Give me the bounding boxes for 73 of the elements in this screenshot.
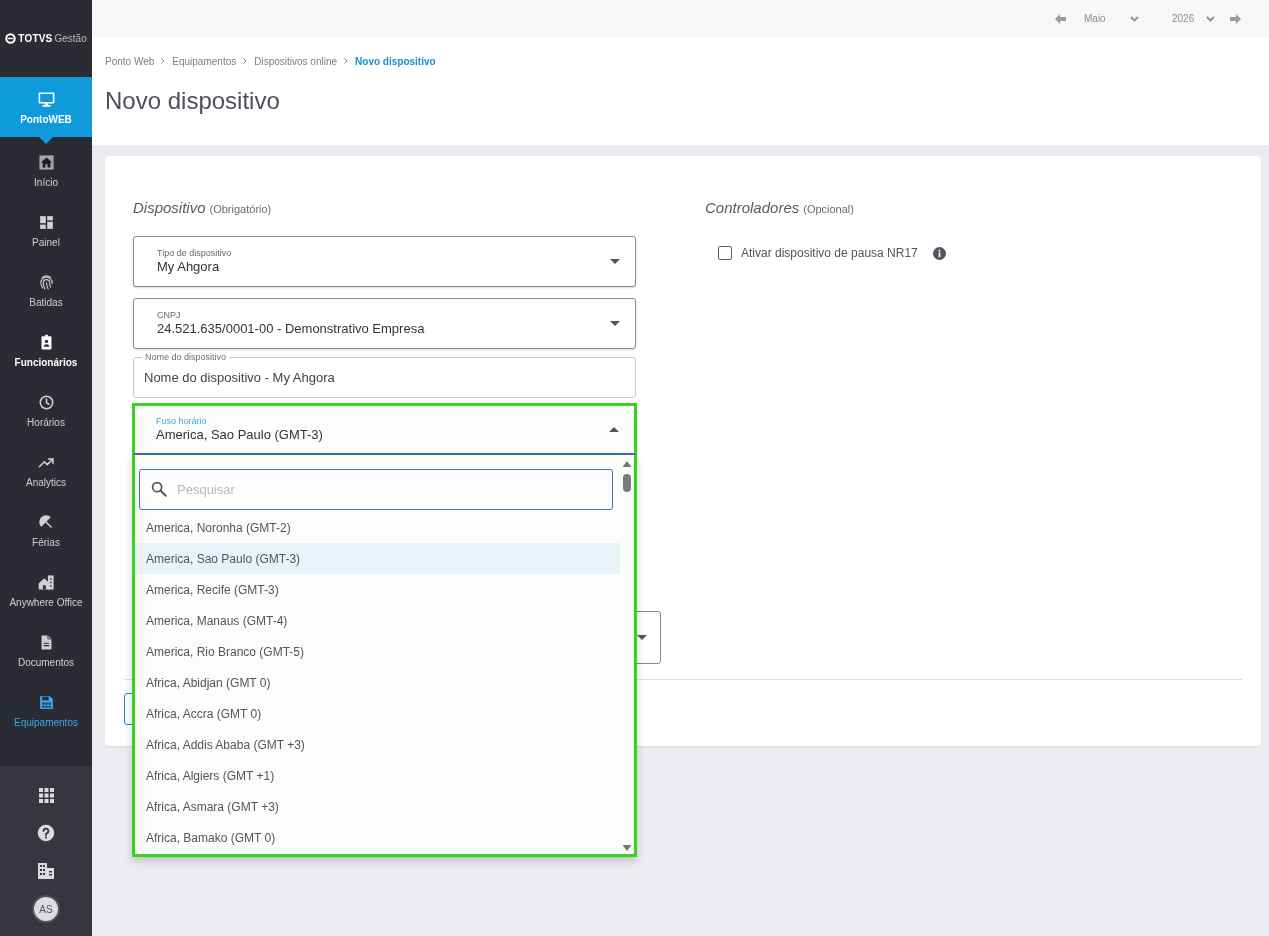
field-label: Nome do dispositivo [142,352,230,363]
dropdown-option[interactable]: Africa, Accra (GMT 0) [135,698,620,729]
breadcrumb-item[interactable]: Equipamentos [172,55,237,67]
home-icon [37,154,55,171]
logo-icon [5,33,17,44]
umbrella-icon [37,514,55,531]
dropdown-option[interactable]: Africa, Abidjan (GMT 0) [135,667,620,698]
chevron-right-icon [243,58,248,64]
caret-icon [637,635,647,640]
select-field[interactable]: Fuso horário America, Sao Paulo (GMT-3) [132,403,637,455]
search-field[interactable]: Pesquisar [139,469,613,510]
section-title: Dispositivo [133,199,206,217]
sidebar-item[interactable]: Início [0,145,92,205]
field-label: CNPJ [157,310,182,321]
select-field[interactable]: Tipo de dispositivo My Ahgora [133,236,636,287]
chevron-right-icon [344,58,349,64]
select-field[interactable]: CNPJ 24.521.635/0001-00 - Demonstrativo Empresa [133,298,636,349]
checkbox-label: Ativar dispositivo de pausa NR17 [741,246,918,260]
search-icon [150,480,168,498]
sidebar-item[interactable]: Painel [0,205,92,265]
sidebar-item[interactable]: Batidas [0,265,92,325]
user-avatar[interactable]: AS [32,895,60,923]
apps-grid-icon[interactable] [38,787,54,803]
field-value: 24.521.635/0001-00 - Demonstrativo Empresa [157,321,426,337]
sidebar-item[interactable]: Documentos [0,625,92,685]
arrow-left-icon[interactable] [1055,13,1066,24]
section-note: (Opcional) [803,202,854,217]
pointer-icon [39,137,53,144]
dropdown-option[interactable]: Africa, Addis Ababa (GMT +3) [135,729,620,760]
help-icon[interactable] [37,824,55,842]
arrow-right-icon[interactable] [1230,13,1241,24]
caret-icon [610,259,620,264]
sidebar-item[interactable]: Funcionários [0,325,92,385]
clock-icon [37,394,55,411]
dropdown-option[interactable]: America, Noronha (GMT-2) [135,512,620,543]
chevron-right-icon [161,58,166,64]
brand-name: TOTVS [18,33,53,44]
chevron-down-icon [1206,15,1215,22]
breadcrumb-item[interactable]: Dispositivos online [254,55,338,67]
section-note: (Obrigatório) [209,202,272,217]
dropdown-option[interactable]: Africa, Asmara (GMT +3) [135,791,620,822]
info-icon[interactable] [932,246,946,260]
breadcrumb-item[interactable]: Novo dispositivo [355,55,436,67]
checkbox[interactable] [718,246,732,260]
section-title: Controladores [705,199,800,217]
sidebar-item[interactable]: Horários [0,385,92,445]
building-icon[interactable] [38,863,54,879]
caret-icon [610,321,620,326]
sidebar-item[interactable]: Equipamentos [0,685,92,745]
dropdown-option[interactable]: America, Manaus (GMT-4) [135,605,620,636]
monitor-icon [36,89,56,109]
dropdown-option[interactable]: America, Rio Branco (GMT-5) [135,636,620,667]
product-name: Gestão [54,33,87,44]
dropdown-option[interactable]: Africa, Bamako (GMT 0) [135,822,620,853]
dropdown-option[interactable]: America, Sao Paulo (GMT-3) [135,543,620,574]
field-label: Fuso horário [156,416,208,427]
fingerprint-icon [37,274,55,291]
field-label: Tipo de dispositivo [157,248,233,259]
dropdown-option[interactable]: America, Recife (GMT-3) [135,574,620,605]
breadcrumb-item[interactable]: Ponto Web [105,55,155,67]
sidebar-item[interactable]: Anywhere Office [0,565,92,625]
field-value: America, Sao Paulo (GMT-3) [156,427,324,443]
field-value: My Ahgora [157,259,221,275]
floppy-grid-icon [37,694,55,711]
caret-icon [609,427,619,432]
chevron-down-icon [1130,15,1139,22]
dashboard-icon [37,214,55,231]
house-building-icon [37,574,55,591]
sidebar-item[interactable]: Férias [0,505,92,565]
dropdown-option[interactable]: Africa, Algiers (GMT +1) [135,760,620,791]
page-title: Novo dispositivo [105,86,280,116]
field-value: Nome do dispositivo - My Ahgora [144,370,335,385]
sidebar-item[interactable]: Analytics [0,445,92,505]
